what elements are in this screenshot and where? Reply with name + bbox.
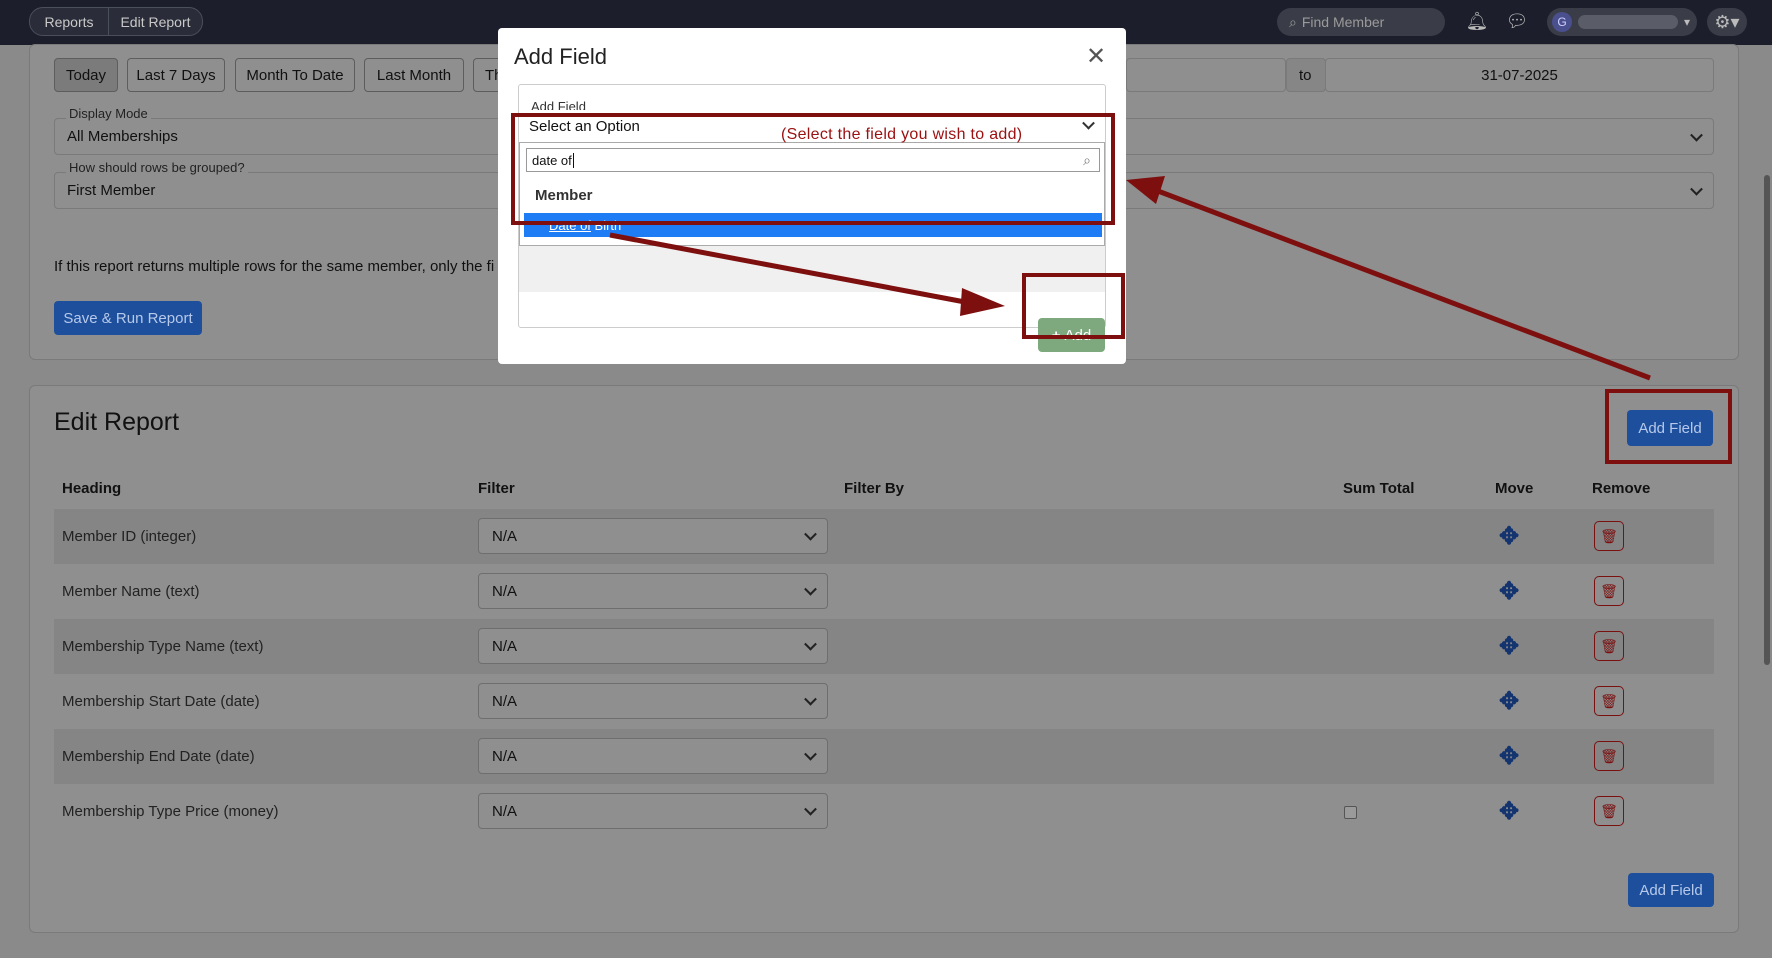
move-icon[interactable]: ✥ — [1496, 579, 1522, 605]
row-heading: Membership Type Price (money) — [62, 803, 279, 820]
add-field-bottom-button[interactable]: Add Field — [1628, 873, 1714, 907]
sum-total-checkbox[interactable] — [1344, 806, 1357, 819]
col-sum-total: Sum Total — [1343, 480, 1415, 497]
breadcrumb-reports[interactable]: Reports — [29, 7, 109, 36]
grouping-label: How should rows be grouped? — [66, 160, 248, 175]
table-row: Member Name (text) N/A ✥ 🗑︎ — [54, 564, 1714, 619]
chevron-down-icon: ▾ — [1684, 15, 1691, 29]
filter-value: N/A — [492, 748, 518, 765]
move-icon[interactable]: ✥ — [1496, 799, 1522, 825]
to-label: to — [1286, 58, 1326, 92]
filter-select[interactable]: N/A — [478, 793, 828, 829]
filter-value: N/A — [492, 583, 518, 600]
chevron-down-icon — [804, 747, 817, 761]
range-month-to-date-button[interactable]: Month To Date — [235, 58, 355, 92]
col-move: Move — [1495, 480, 1534, 497]
col-filter-by: Filter By — [844, 480, 905, 497]
row-heading: Member Name (text) — [62, 583, 200, 600]
filter-value: N/A — [492, 693, 518, 710]
search-icon: ⌕ — [1289, 13, 1297, 30]
end-date-input[interactable]: 31-07-2025 — [1325, 58, 1714, 92]
table-row: Membership Type Name (text) N/A ✥ 🗑︎ — [54, 619, 1714, 674]
field-textarea[interactable] — [519, 246, 1105, 292]
find-member-placeholder: Find Member — [1301, 14, 1385, 30]
trash-icon[interactable]: 🗑︎ — [1594, 796, 1624, 826]
col-heading: Heading — [62, 480, 122, 497]
row-heading: Member ID (integer) — [62, 528, 197, 545]
annotation-text: (Select the field you wish to add) — [781, 126, 1023, 143]
start-date-input[interactable] — [1126, 58, 1286, 92]
chevron-down-icon — [804, 802, 817, 816]
filter-value: N/A — [492, 528, 518, 545]
page-scrollbar[interactable] — [1764, 175, 1770, 665]
range-last-7-days-button[interactable]: Last 7 Days — [127, 58, 225, 92]
trash-icon[interactable]: 🗑︎ — [1594, 686, 1624, 716]
filter-select[interactable]: N/A — [478, 518, 828, 554]
edit-report-title: Edit Report — [54, 408, 180, 436]
user-name-redacted — [1578, 15, 1678, 29]
move-icon[interactable]: ✥ — [1496, 634, 1522, 660]
filter-select[interactable]: N/A — [478, 683, 828, 719]
breadcrumb-edit-report[interactable]: Edit Report — [108, 7, 203, 36]
filter-select[interactable]: N/A — [478, 738, 828, 774]
find-member-input[interactable]: ⌕ Find Member — [1277, 8, 1445, 36]
save-run-report-button[interactable]: Save & Run Report — [54, 301, 202, 335]
annotation-box-add-field — [1605, 389, 1732, 464]
bell-icon[interactable]: 🔔︎ — [1466, 10, 1489, 32]
trash-icon[interactable]: 🗑︎ — [1594, 576, 1624, 606]
grouping-value: First Member — [67, 182, 156, 199]
trash-icon[interactable]: 🗑︎ — [1594, 521, 1624, 551]
move-icon[interactable]: ✥ — [1496, 524, 1522, 550]
avatar: G — [1552, 12, 1572, 32]
modal-title: Add Field — [514, 44, 607, 69]
filter-value: N/A — [492, 638, 518, 655]
table-row: Membership Start Date (date) N/A ✥ 🗑︎ — [54, 674, 1714, 729]
move-icon[interactable]: ✥ — [1496, 744, 1522, 770]
user-menu[interactable]: G ▾ — [1547, 8, 1697, 36]
info-text: If this report returns multiple rows for… — [54, 258, 495, 275]
col-remove: Remove — [1592, 480, 1651, 497]
chevron-down-icon — [804, 582, 817, 596]
trash-icon[interactable]: 🗑︎ — [1594, 741, 1624, 771]
close-icon[interactable]: ✕ — [1086, 42, 1106, 71]
table-row: Membership Type Price (money) N/A ✥ 🗑︎ — [54, 784, 1714, 839]
row-heading: Membership End Date (date) — [62, 748, 255, 765]
chevron-down-icon — [1690, 128, 1703, 142]
row-heading: Membership Type Name (text) — [62, 638, 264, 655]
chevron-down-icon — [804, 637, 817, 651]
gear-icon[interactable]: ⚙▾ — [1707, 8, 1747, 36]
display-mode-label: Display Mode — [66, 106, 151, 121]
chat-icon[interactable]: 💬︎ — [1506, 10, 1529, 32]
trash-icon[interactable]: 🗑︎ — [1594, 631, 1624, 661]
table-row: Membership End Date (date) N/A ✥ 🗑︎ — [54, 729, 1714, 784]
row-heading: Membership Start Date (date) — [62, 693, 260, 710]
table-row: Member ID (integer) N/A ✥ 🗑︎ — [54, 509, 1714, 564]
col-filter: Filter — [478, 480, 515, 497]
display-mode-value: All Memberships — [67, 128, 178, 145]
filter-select[interactable]: N/A — [478, 628, 828, 664]
move-icon[interactable]: ✥ — [1496, 689, 1522, 715]
filter-value: N/A — [492, 803, 518, 820]
range-today-button[interactable]: Today — [54, 58, 118, 92]
filter-select[interactable]: N/A — [478, 573, 828, 609]
chevron-down-icon — [804, 527, 817, 541]
range-last-month-button[interactable]: Last Month — [364, 58, 464, 92]
chevron-down-icon — [804, 692, 817, 706]
chevron-down-icon — [1690, 182, 1703, 196]
annotation-box-add — [1022, 273, 1125, 339]
